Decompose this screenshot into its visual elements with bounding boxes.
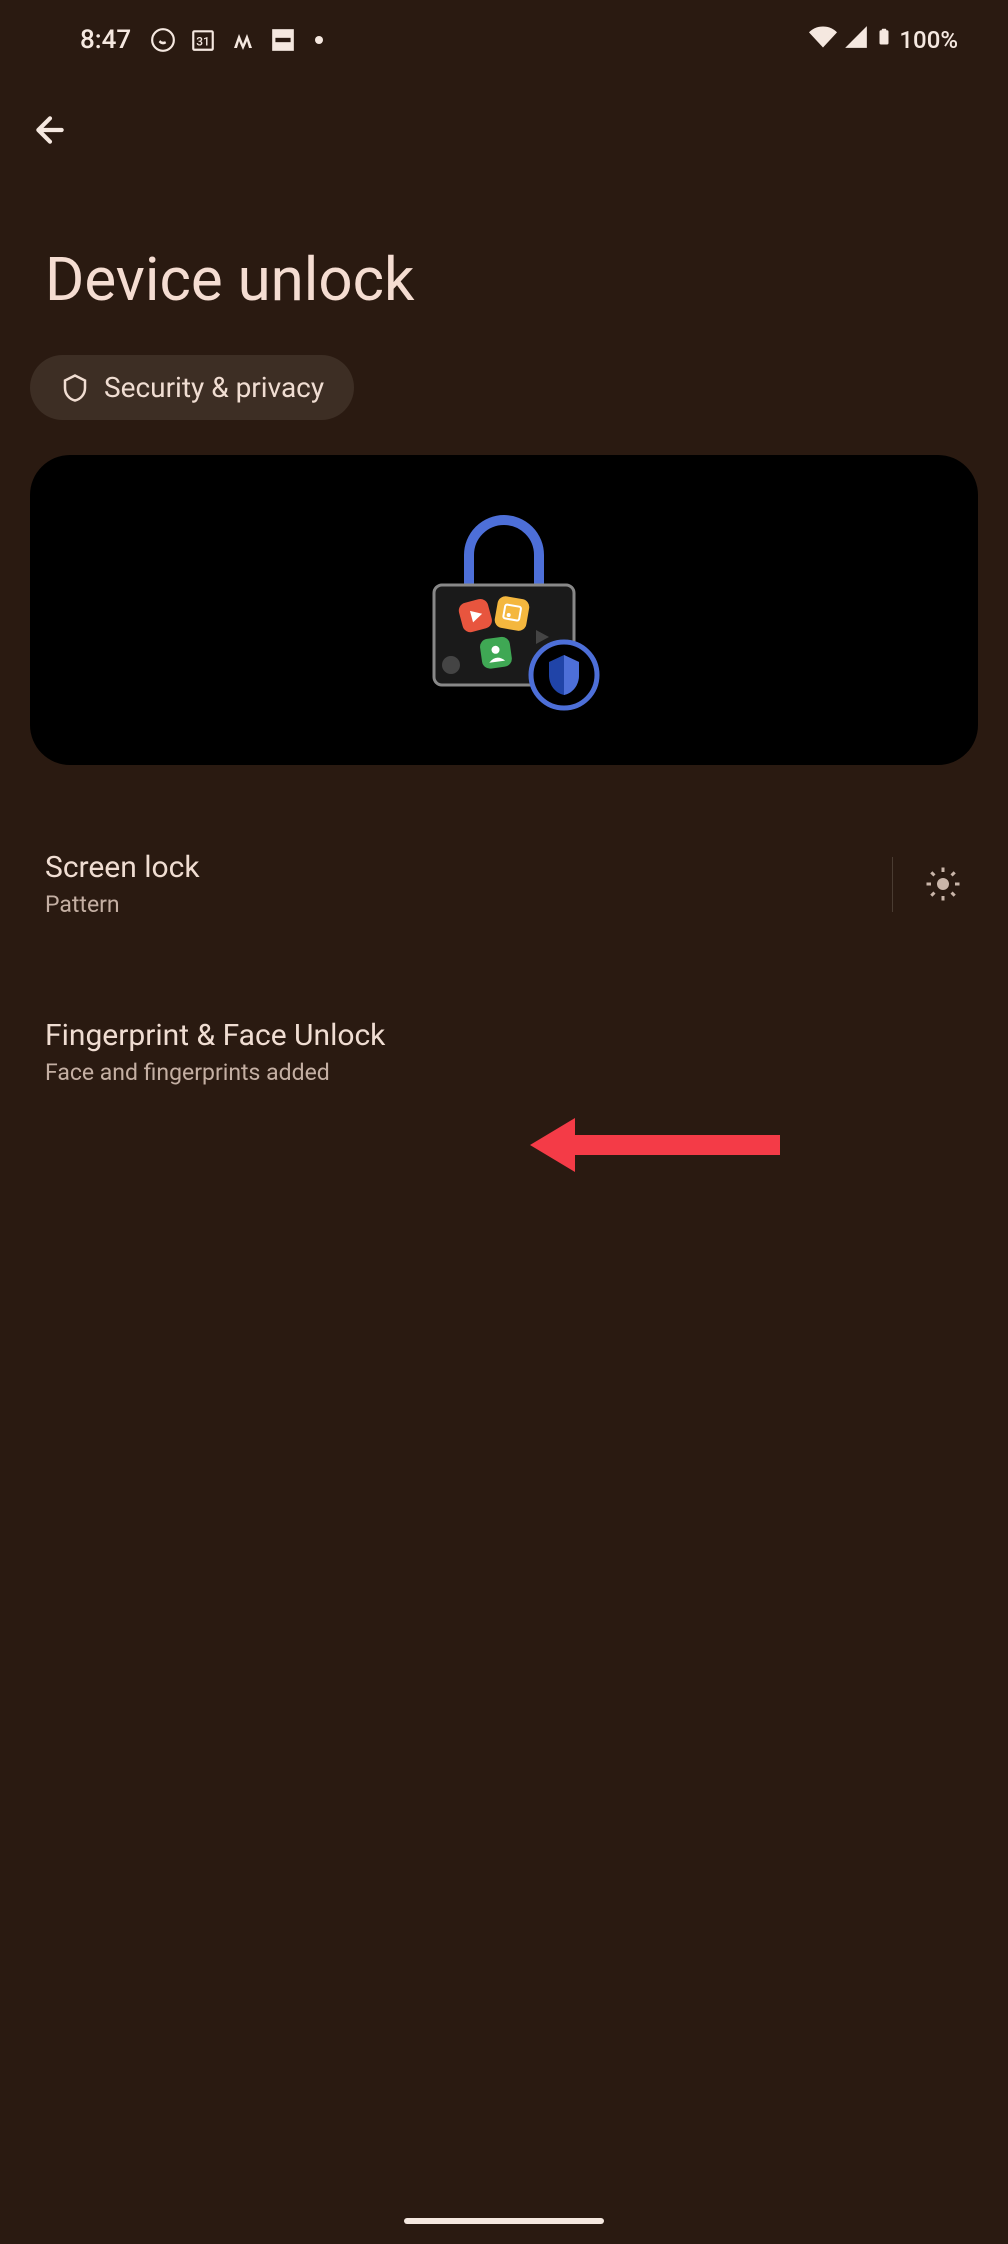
settings-list: Screen lock Pattern Fingerprint & Face U… (0, 825, 1008, 1111)
arrow-left-icon (30, 110, 70, 150)
hero-illustration (30, 455, 978, 765)
battery-percentage: 100% (899, 26, 958, 54)
biometric-content: Fingerprint & Face Unlock Face and finge… (45, 1018, 963, 1086)
screen-lock-title: Screen lock (45, 850, 862, 885)
battery-icon (875, 23, 893, 57)
calendar-icon: 31 (189, 26, 217, 54)
screen-lock-settings-button[interactable] (923, 864, 963, 904)
signal-icon (843, 24, 869, 56)
wifi-icon (809, 23, 837, 57)
annotation-arrow-icon (530, 1110, 790, 1180)
status-bar: 8:47 31 (0, 0, 1008, 70)
security-privacy-chip[interactable]: Security & privacy (30, 355, 354, 420)
chip-label: Security & privacy (104, 371, 324, 404)
biometric-subtitle: Face and fingerprints added (45, 1059, 963, 1086)
status-bar-left: 8:47 31 (80, 25, 323, 55)
screen-lock-subtitle: Pattern (45, 891, 862, 918)
notification-dot-icon (315, 36, 323, 44)
shield-icon (60, 373, 90, 403)
status-time: 8:47 (80, 25, 131, 55)
whatsapp-icon (149, 26, 177, 54)
gear-icon (925, 866, 961, 902)
screen-lock-content: Screen lock Pattern (45, 850, 862, 918)
svg-text:31: 31 (196, 34, 210, 48)
app-icon-m (229, 26, 257, 54)
app-icon-square (269, 26, 297, 54)
fingerprint-face-unlock-item[interactable]: Fingerprint & Face Unlock Face and finge… (0, 993, 1008, 1111)
item-divider (892, 857, 893, 912)
back-button[interactable] (0, 70, 1008, 174)
home-indicator[interactable] (404, 2218, 604, 2224)
lock-illustration-icon (389, 495, 619, 725)
biometric-title: Fingerprint & Face Unlock (45, 1018, 963, 1053)
screen-lock-item[interactable]: Screen lock Pattern (0, 825, 1008, 943)
status-bar-right: 100% (809, 23, 958, 57)
page-title: Device unlock (0, 174, 1008, 355)
